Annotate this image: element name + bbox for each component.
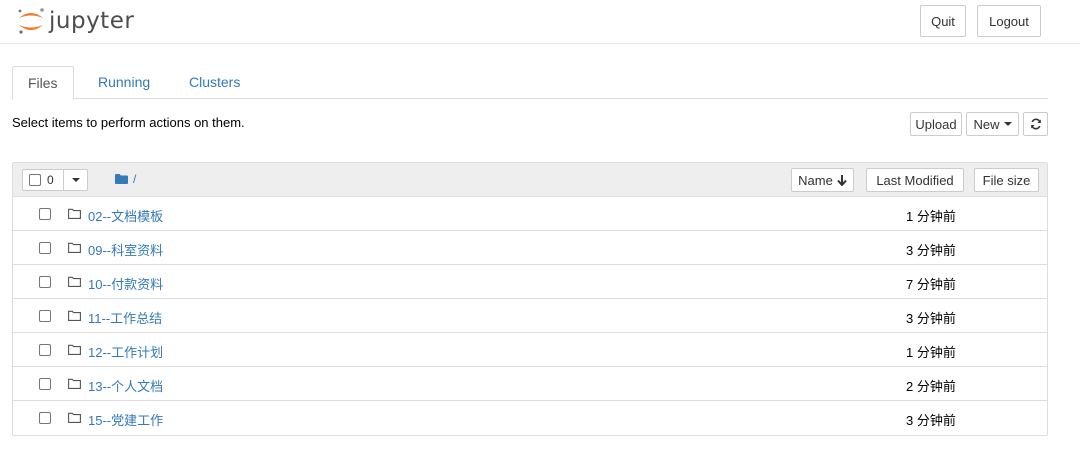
app-header: jupyter Quit Logout — [0, 0, 1080, 44]
file-name-link[interactable]: 12--工作计划 — [88, 342, 163, 361]
list-item[interactable]: 15--党建工作 3 分钟前 — [13, 401, 1047, 435]
refresh-button[interactable] — [1023, 112, 1048, 136]
folder-icon — [68, 344, 81, 355]
breadcrumb-root[interactable]: / — [133, 172, 136, 186]
folder-icon — [68, 242, 81, 253]
last-modified: 1 分钟前 — [906, 209, 956, 224]
selection-hint: Select items to perform actions on them. — [12, 115, 245, 130]
logo-text: jupyter — [49, 8, 135, 34]
file-name-link[interactable]: 15--党建工作 — [88, 410, 163, 429]
sort-name-label: Name — [798, 172, 833, 188]
logout-button[interactable]: Logout — [977, 5, 1041, 37]
new-dropdown-button[interactable]: New — [966, 112, 1019, 136]
last-modified: 2 分钟前 — [906, 379, 956, 394]
list-item[interactable]: 13--个人文档 2 分钟前 — [13, 367, 1047, 401]
folder-icon — [68, 310, 81, 321]
list-item[interactable]: 02--文档模板 1 分钟前 — [13, 197, 1047, 231]
last-modified: 3 分钟前 — [906, 311, 956, 326]
breadcrumb: / — [115, 172, 136, 186]
last-modified: 1 分钟前 — [906, 345, 956, 360]
row-checkbox[interactable] — [39, 412, 51, 424]
last-modified: 7 分钟前 — [906, 277, 956, 292]
tab-bar: Files Running Clusters — [12, 66, 1048, 100]
list-item[interactable]: 12--工作计划 1 分钟前 — [13, 333, 1047, 367]
tab-running[interactable]: Running — [83, 66, 165, 99]
row-checkbox[interactable] — [39, 310, 51, 322]
tab-clusters[interactable]: Clusters — [174, 66, 255, 99]
tab-files[interactable]: Files — [12, 66, 74, 100]
chevron-down-icon — [1003, 122, 1012, 126]
file-list-header: 0 / Name Last Modified File size — [13, 163, 1047, 197]
quit-button[interactable]: Quit — [920, 5, 966, 37]
jupyter-logo-icon — [18, 8, 44, 34]
folder-icon[interactable] — [115, 174, 128, 184]
sort-by-size-button[interactable]: File size — [974, 168, 1039, 192]
select-all-checkbox[interactable] — [29, 174, 41, 186]
new-button-label: New — [973, 116, 1000, 132]
file-name-link[interactable]: 02--文档模板 — [88, 206, 163, 225]
selected-count: 0 — [47, 173, 54, 187]
sort-by-modified-button[interactable]: Last Modified — [866, 168, 964, 192]
refresh-icon — [1030, 118, 1041, 130]
last-modified: 3 分钟前 — [906, 413, 956, 428]
row-checkbox[interactable] — [39, 344, 51, 356]
select-menu-dropdown[interactable] — [64, 169, 88, 191]
list-item[interactable]: 09--科室资料 3 分钟前 — [13, 231, 1047, 265]
list-item[interactable]: 11--工作总结 3 分钟前 — [13, 299, 1047, 333]
jupyter-logo[interactable]: jupyter — [16, 6, 134, 36]
row-checkbox[interactable] — [39, 276, 51, 288]
folder-icon — [68, 208, 81, 219]
folder-icon — [68, 276, 81, 287]
file-list: 0 / Name Last Modified File size 02--文档模… — [12, 162, 1048, 436]
last-modified: 3 分钟前 — [906, 243, 956, 258]
row-checkbox[interactable] — [39, 242, 51, 254]
arrow-down-icon — [837, 174, 847, 186]
file-name-link[interactable]: 11--工作总结 — [88, 308, 162, 327]
row-checkbox[interactable] — [39, 378, 51, 390]
upload-button[interactable]: Upload — [910, 112, 962, 136]
folder-icon — [68, 378, 81, 389]
sort-by-name-button[interactable]: Name — [791, 168, 854, 192]
list-item[interactable]: 10--付款资料 7 分钟前 — [13, 265, 1047, 299]
select-all-control[interactable]: 0 — [22, 169, 64, 191]
file-name-link[interactable]: 10--付款资料 — [88, 274, 163, 293]
file-name-link[interactable]: 13--个人文档 — [88, 376, 163, 395]
select-all-group: 0 — [22, 169, 88, 191]
chevron-down-icon — [71, 178, 80, 182]
folder-icon — [68, 412, 81, 423]
row-checkbox[interactable] — [39, 208, 51, 220]
file-name-link[interactable]: 09--科室资料 — [88, 240, 163, 259]
